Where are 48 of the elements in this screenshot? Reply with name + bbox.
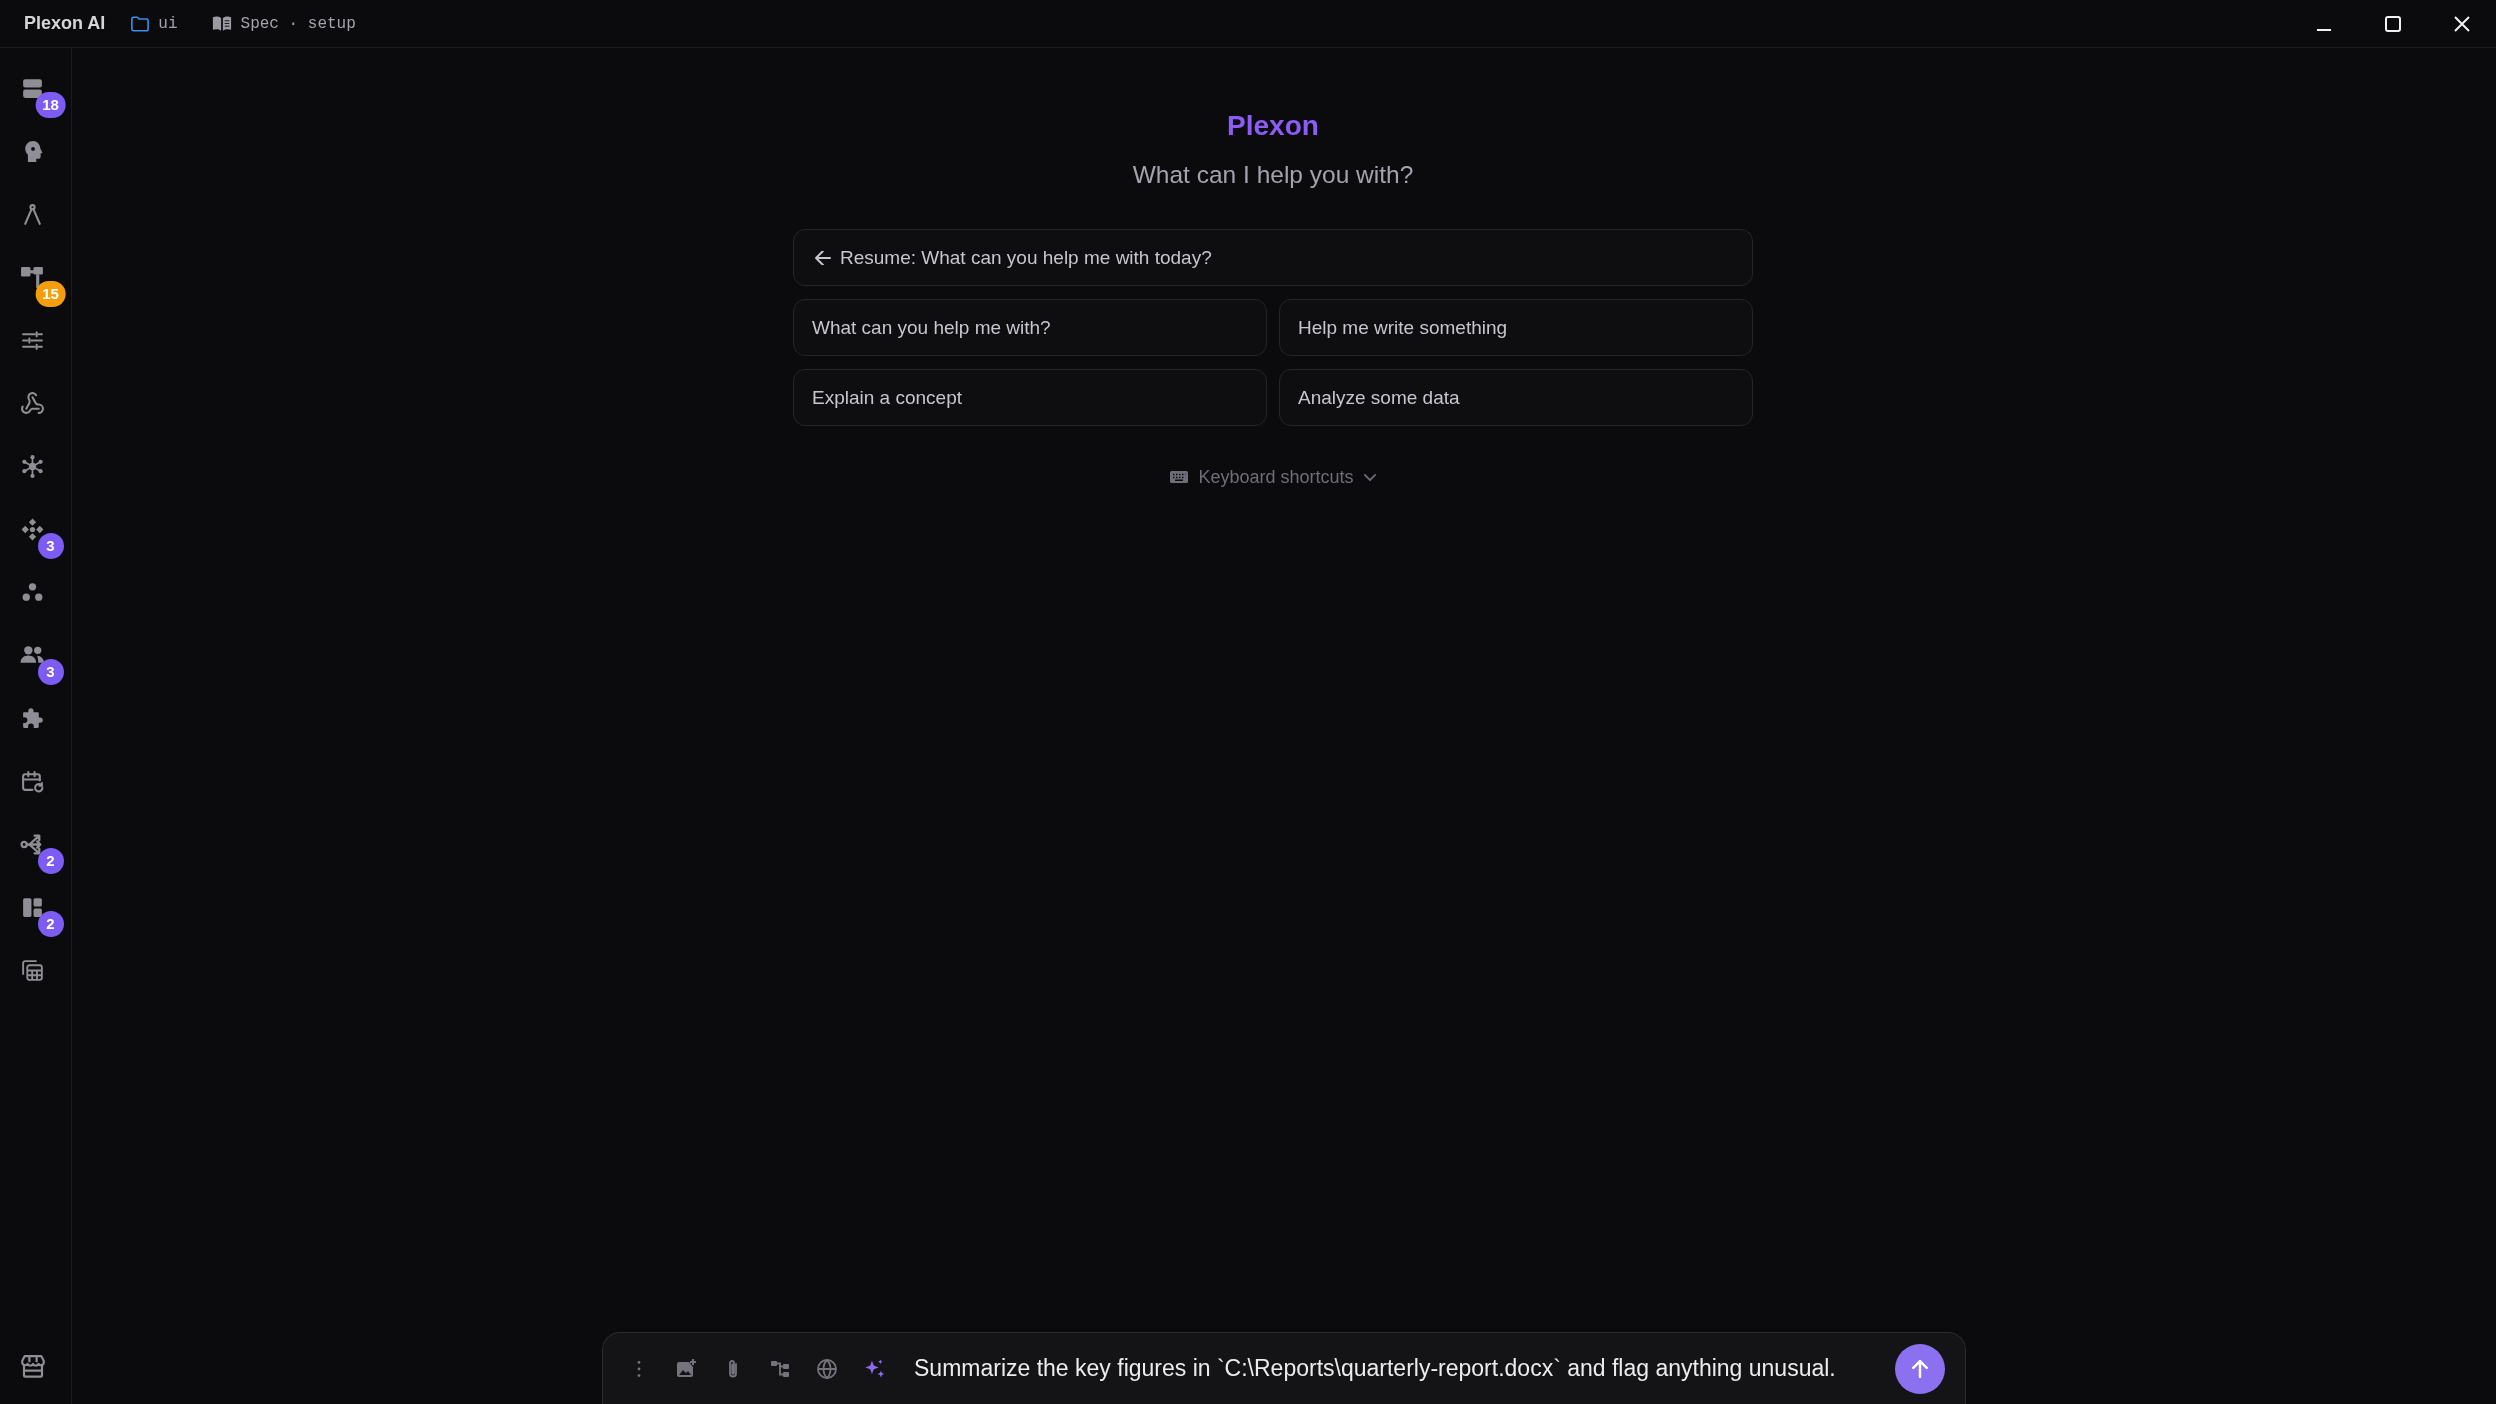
diamonds-icon	[20, 516, 45, 542]
welcome-subtitle: What can I help you with?	[1132, 160, 1414, 190]
kebab-icon	[637, 1360, 641, 1377]
message-input[interactable]: Summarize the key figures in `C:\Reports\quarterly-report.docx` and flag anything unusual.	[914, 1355, 1895, 1382]
book-icon	[211, 16, 232, 31]
web-button[interactable]	[817, 1357, 837, 1380]
send-button[interactable]	[1895, 1343, 1945, 1394]
close-icon	[2453, 15, 2470, 32]
store-icon	[20, 1355, 45, 1379]
paperclip-icon	[728, 1358, 738, 1379]
webhook-icon	[20, 390, 45, 416]
brand-title: Plexon	[1227, 109, 1319, 143]
suggestion-button[interactable]: Help me write something	[1279, 299, 1753, 356]
sidebar-button[interactable]: 2	[2, 877, 69, 937]
count-badge: 3	[37, 659, 64, 685]
keyboard-icon	[1170, 471, 1189, 483]
count-badge: 2	[37, 911, 64, 937]
image-add-icon	[676, 1358, 696, 1379]
count-badge: 18	[35, 92, 66, 118]
globe-icon	[817, 1358, 837, 1379]
maximize-icon	[2384, 15, 2401, 32]
sparkles-icon	[864, 1359, 885, 1378]
arrow-left-icon	[815, 250, 831, 265]
count-badge: 3	[37, 533, 64, 559]
shortcuts-toggle[interactable]: Keyboard shortcuts	[1170, 465, 1376, 489]
count-badge: 15	[35, 281, 66, 307]
suggestion-button[interactable]: Analyze some data	[1279, 369, 1753, 426]
sidebar-button[interactable]: 3	[2, 625, 69, 685]
minimize-icon	[2316, 28, 2331, 31]
spec-button[interactable]: Spec · setup	[211, 14, 356, 33]
hierarchy-icon	[20, 264, 45, 290]
sidebar-button[interactable]: 3	[2, 499, 69, 559]
sidebar-button[interactable]: 18	[2, 58, 69, 118]
nodes-icon	[770, 1359, 790, 1378]
puzzle-icon	[20, 705, 45, 731]
suggestion-button[interactable]: What can you help me with?	[793, 299, 1267, 356]
count-badge: 2	[37, 848, 64, 874]
network-icon	[20, 453, 45, 479]
app-title: Plexon AI	[24, 13, 106, 34]
folder-button[interactable]: ui	[131, 14, 178, 33]
arrow-up-icon	[1912, 1359, 1928, 1378]
stacked-grid-icon	[20, 957, 45, 983]
folder-icon	[131, 15, 150, 32]
suggestion-button[interactable]: Explain a concept	[793, 369, 1267, 426]
resume-button[interactable]: Resume: What can you help me with today?	[793, 229, 1753, 286]
add-image-button[interactable]	[676, 1357, 696, 1380]
sidebar-button[interactable]: 2	[2, 814, 69, 874]
calendar-refresh-icon	[20, 768, 45, 794]
